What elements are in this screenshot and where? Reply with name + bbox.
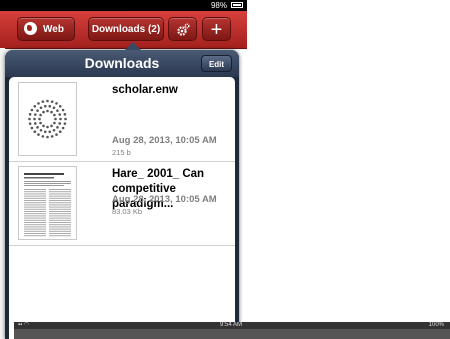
file-name: Hare_ 2001_ Can competitive paradigm... (112, 168, 205, 210)
web-button[interactable]: Web (17, 17, 75, 41)
file-thumbnail (18, 166, 77, 240)
globe-icon (24, 21, 37, 35)
file-date: Aug 28, 2013, 10:05 AM (112, 194, 217, 205)
list-item[interactable]: Hare_ 2001_ Can competitive paradigm... … (9, 161, 235, 246)
popover-header: Downloads Edit (5, 50, 239, 77)
status-bar: 98% (0, 0, 247, 11)
file-size: 215 b (112, 148, 131, 157)
file-name: scholar.enw (112, 84, 178, 96)
browser-toolbar: Web Downloads (2) + (0, 11, 247, 49)
popover-arrow (125, 42, 141, 50)
downloads-button[interactable]: Downloads (2) (88, 17, 164, 41)
edit-button[interactable]: Edit (201, 55, 232, 72)
background-area (247, 0, 450, 339)
background-screenshot: ▪▪ ◠ 9:54 AM 100% (14, 322, 450, 339)
pdf-page-icon (24, 173, 71, 237)
downloads-popover: Downloads Edit scholar.enw Aug 28, 2013,… (5, 42, 239, 339)
web-button-label: Web (43, 24, 64, 35)
downloads-list: scholar.enw Aug 28, 2013, 10:05 AM 215 b… (9, 77, 235, 339)
add-button[interactable]: + (202, 17, 231, 41)
battery-percentage: 98% (210, 1, 227, 10)
signal-icon: ▪▪ ◠ (18, 322, 30, 328)
background-battery: 100% (428, 322, 444, 328)
document-icon (28, 99, 67, 139)
list-item[interactable]: scholar.enw Aug 28, 2013, 10:05 AM 215 b (9, 77, 235, 162)
battery-icon (231, 2, 243, 8)
background-time: 9:54 AM (220, 322, 243, 328)
gear-icon (176, 23, 189, 36)
file-date: Aug 28, 2013, 10:05 AM (112, 135, 217, 146)
file-size: 83.03 Kb (112, 207, 143, 216)
settings-button[interactable] (168, 17, 197, 41)
file-thumbnail (18, 82, 77, 156)
